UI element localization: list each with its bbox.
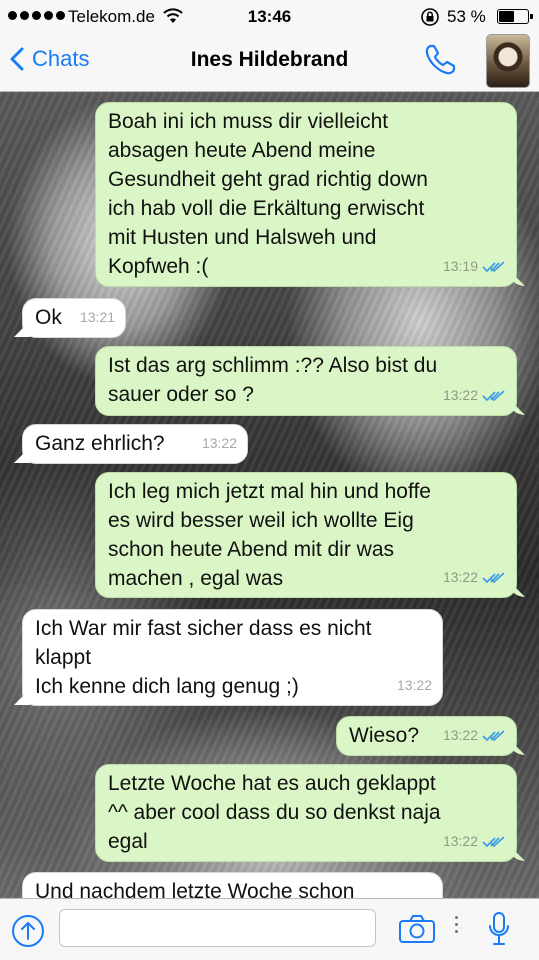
message-incoming[interactable]: Ganz ehrlich? 13:22	[22, 424, 248, 464]
message-input[interactable]	[59, 909, 376, 947]
message-time: 13:21	[79, 309, 115, 325]
message-list: Boah ini ich muss dir vielleicht absagen…	[0, 92, 539, 912]
message-outgoing[interactable]: Boah ini ich muss dir vielleicht absagen…	[95, 102, 517, 287]
message-outgoing[interactable]: Letzte Woche hat es auch geklappt ^^ abe…	[95, 764, 517, 862]
message-time: 13:22	[201, 435, 237, 451]
message-text: Ich War mir fast sicher dass es nicht kl…	[35, 617, 372, 698]
read-ticks-icon	[482, 260, 505, 272]
message-time: 13:22	[442, 727, 478, 743]
read-ticks-icon	[482, 571, 505, 583]
message-time: 13:22	[442, 833, 478, 849]
message-time: 13:19	[442, 258, 478, 274]
lock-rotation-icon	[421, 8, 439, 26]
message-input-bar	[0, 898, 539, 960]
message-outgoing[interactable]: Ich leg mich jetzt mal hin und hoffe es …	[95, 472, 517, 598]
microphone-icon[interactable]	[488, 911, 510, 947]
contact-name[interactable]: Ines Hildebrand	[0, 48, 539, 72]
message-incoming[interactable]: Ich War mir fast sicher dass es nicht kl…	[22, 609, 443, 706]
phone-icon[interactable]	[422, 42, 458, 78]
read-ticks-icon	[482, 729, 505, 741]
battery-percent: 53 %	[447, 7, 486, 26]
message-time: 13:22	[442, 569, 478, 585]
contact-avatar[interactable]	[486, 34, 530, 88]
more-icon[interactable]	[455, 916, 458, 933]
read-ticks-icon	[482, 835, 505, 847]
message-outgoing[interactable]: Wieso? 13:22	[336, 716, 517, 756]
message-outgoing[interactable]: Ist das arg schlimm :?? Also bist du sau…	[95, 346, 517, 416]
top-bar: Telekom.de 13:46 53 % Chats Ines Hildebr…	[0, 0, 539, 92]
camera-icon[interactable]	[398, 914, 436, 944]
message-incoming[interactable]: Ok 13:21	[22, 298, 126, 338]
battery-icon	[497, 9, 533, 24]
status-bar: Telekom.de 13:46 53 %	[0, 0, 539, 34]
message-time: 13:22	[442, 387, 478, 403]
share-icon[interactable]	[11, 914, 45, 948]
message-time: 13:22	[396, 677, 432, 693]
read-ticks-icon	[482, 389, 505, 401]
nav-bar: Chats Ines Hildebrand	[0, 34, 539, 92]
battery-level-fill	[499, 11, 514, 22]
